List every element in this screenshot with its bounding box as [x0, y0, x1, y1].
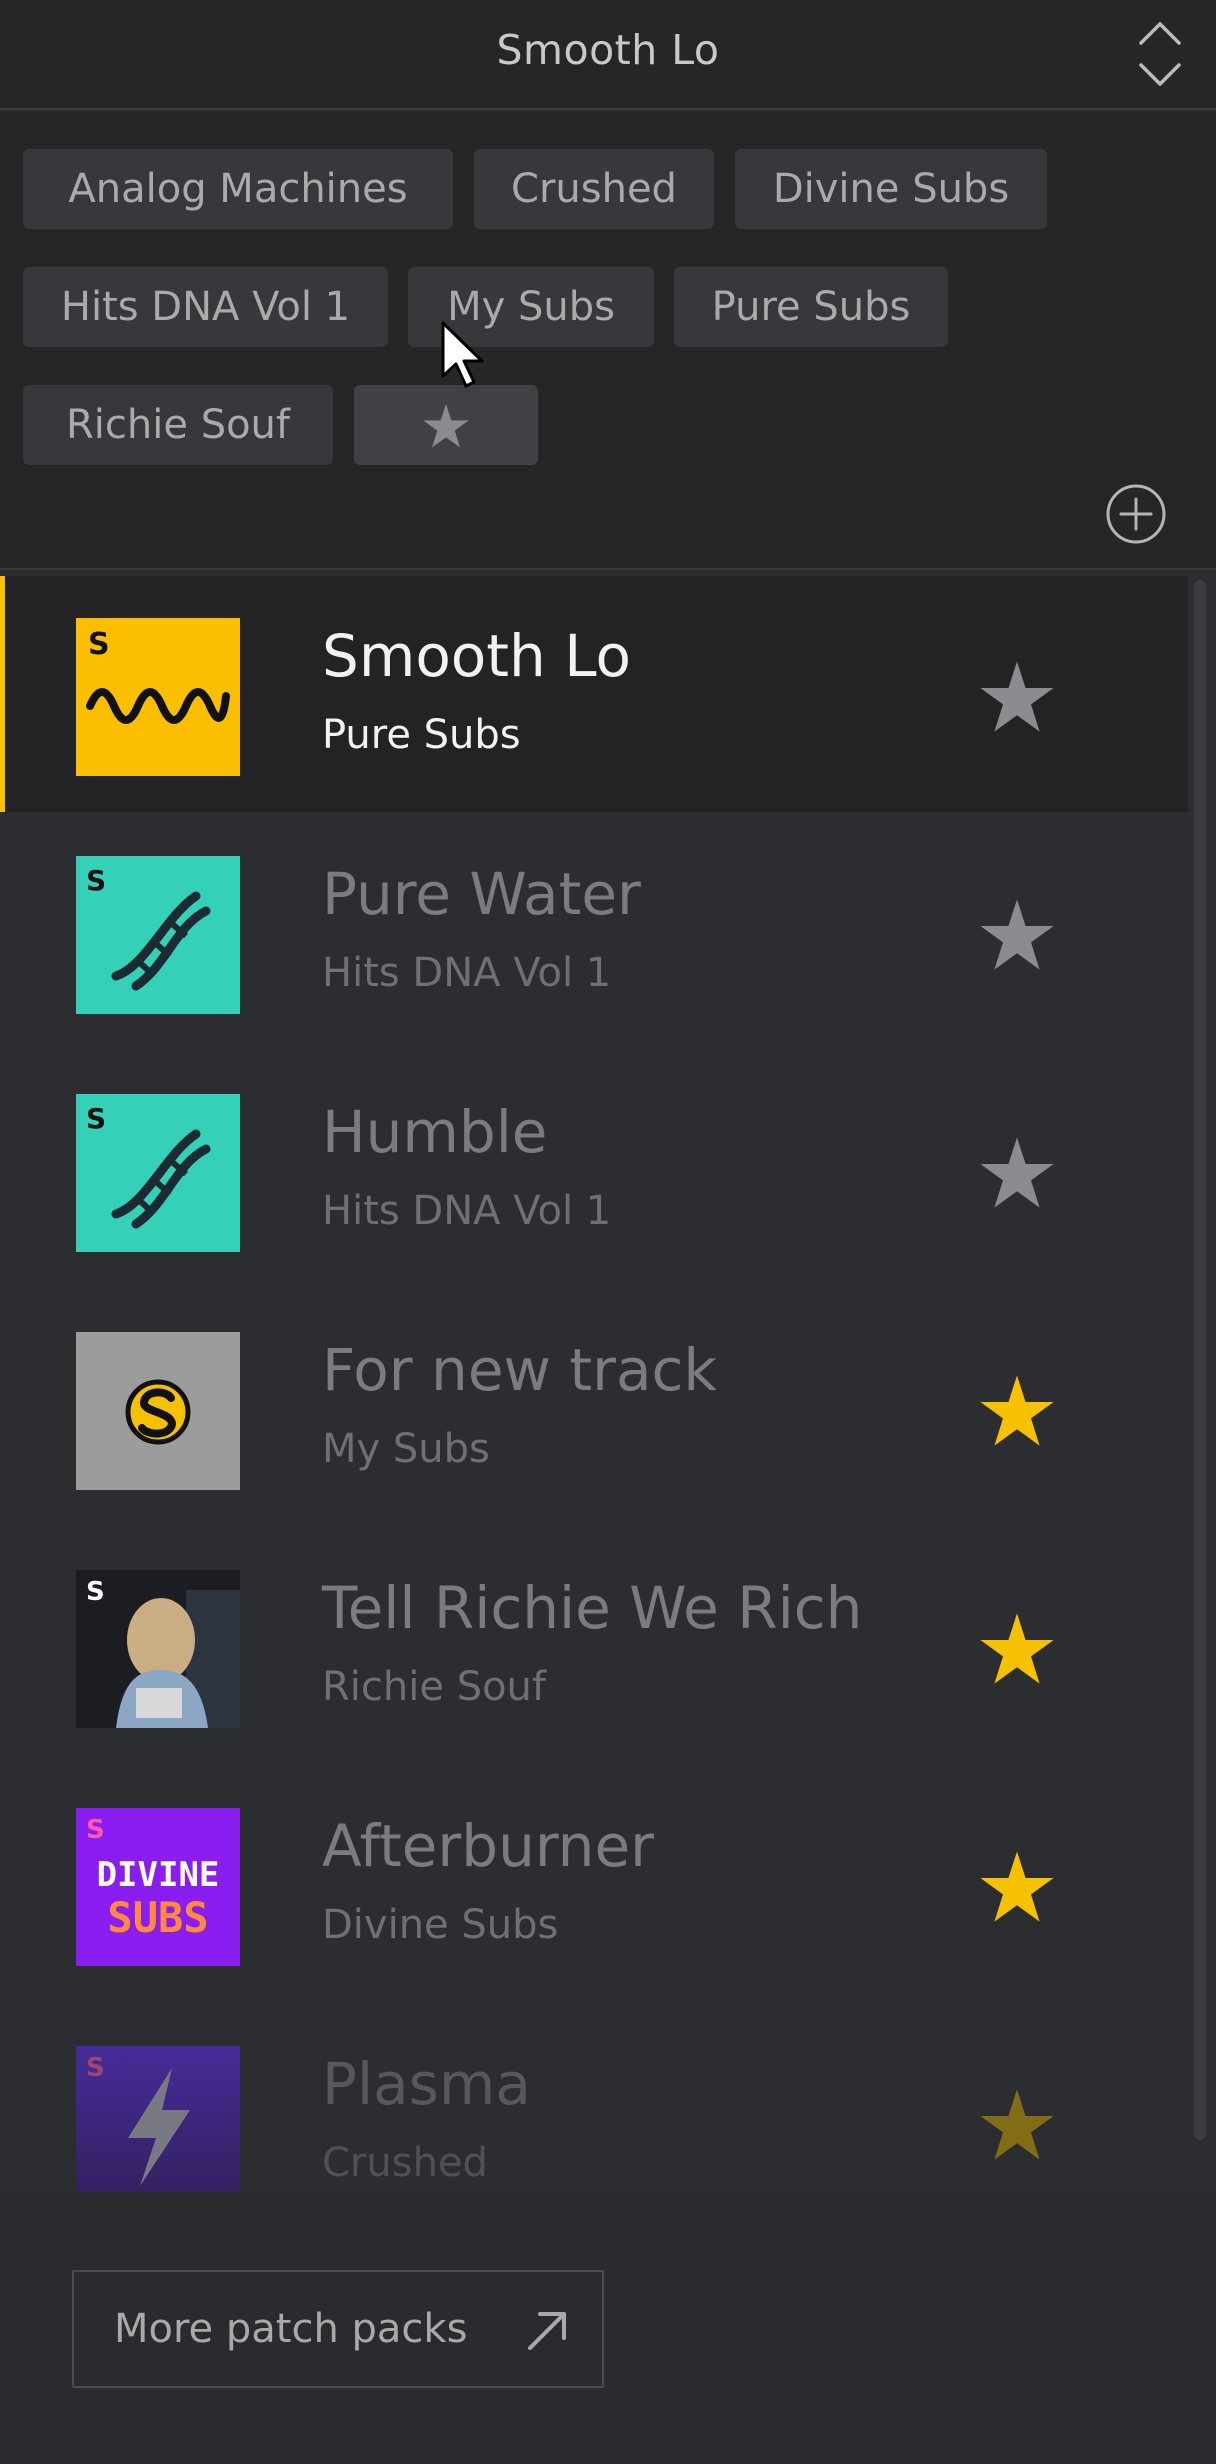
pack-filter-panel: Analog Machines Crushed Divine Subs Hits… — [0, 112, 1216, 570]
list-scrollbar[interactable] — [1194, 580, 1206, 2140]
svg-text:S: S — [86, 1577, 105, 1607]
preset-row-for-new-track[interactable]: For new track My Subs — [0, 1290, 1188, 1526]
svg-text:S: S — [86, 1102, 106, 1135]
plus-circle-icon[interactable] — [1104, 482, 1168, 546]
star-icon — [423, 403, 469, 448]
more-patch-packs-label: More patch packs — [114, 2306, 468, 2352]
filter-tag-my-subs[interactable]: My Subs — [408, 267, 654, 347]
svg-text:S: S — [86, 1815, 105, 1845]
svg-text:S: S — [88, 627, 110, 662]
preset-row-humble[interactable]: S Humble Hits DNA Vol 1 — [0, 1052, 1188, 1288]
favorite-star-icon[interactable] — [978, 1850, 1056, 1924]
filter-tag-favorites[interactable] — [354, 385, 538, 465]
preset-title: Afterburner — [322, 1812, 654, 1880]
favorite-star-icon[interactable] — [978, 898, 1056, 972]
preset-pack: Crushed — [322, 2140, 488, 2186]
filter-tag-analog-machines[interactable]: Analog Machines — [23, 149, 453, 229]
preset-pack: Hits DNA Vol 1 — [322, 950, 612, 996]
filter-tag-crushed[interactable]: Crushed — [474, 149, 714, 229]
preset-header: Smooth Lo — [0, 0, 1216, 110]
svg-text:S: S — [86, 864, 106, 897]
arrow-up-right-icon — [528, 2312, 566, 2350]
favorite-star-icon[interactable] — [978, 2088, 1056, 2162]
favorite-star-icon[interactable] — [978, 1136, 1056, 1210]
filter-tag-hits-dna[interactable]: Hits DNA Vol 1 — [23, 267, 388, 347]
preset-row-afterburner[interactable]: S DIVINE SUBS Afterburner Divine Subs — [0, 1766, 1188, 2002]
pack-artwork: S DIVINE SUBS — [76, 1808, 240, 1966]
favorite-star-icon[interactable] — [978, 1374, 1056, 1448]
filter-tag-divine-subs[interactable]: Divine Subs — [735, 149, 1047, 229]
preset-pack: Pure Subs — [322, 712, 521, 758]
chevron-down-icon[interactable] — [1138, 62, 1182, 90]
divine-logo-line1: DIVINE — [97, 1855, 220, 1895]
preset-title: Tell Richie We Rich — [322, 1574, 863, 1642]
divine-logo-line2: SUBS — [107, 1893, 208, 1942]
preset-stepper[interactable] — [1130, 14, 1190, 94]
pack-artwork — [76, 1332, 240, 1490]
pack-artwork: S — [76, 618, 240, 776]
pack-artwork: S — [76, 1094, 240, 1252]
preset-list[interactable]: S Smooth Lo Pure Subs S Pure Water Hits … — [0, 572, 1216, 2192]
favorite-star-icon[interactable] — [978, 660, 1056, 734]
preset-title: Plasma — [322, 2050, 531, 2118]
preset-title: Pure Water — [322, 860, 641, 928]
favorite-star-icon[interactable] — [978, 1612, 1056, 1686]
preset-row-plasma[interactable]: S Plasma Crushed — [0, 2004, 1188, 2192]
pack-artwork: S — [76, 1570, 240, 1728]
preset-title: Smooth Lo — [322, 622, 632, 690]
pack-artwork: S — [76, 2046, 240, 2192]
preset-row-smooth-lo[interactable]: S Smooth Lo Pure Subs — [0, 576, 1188, 812]
more-patch-packs-button[interactable]: More patch packs — [72, 2270, 604, 2388]
footer: More patch packs — [0, 2192, 1216, 2464]
preset-row-tell-richie-we-rich[interactable]: S Tell Richie We Rich Richie Souf — [0, 1528, 1188, 1764]
preset-row-pure-water[interactable]: S Pure Water Hits DNA Vol 1 — [0, 814, 1188, 1050]
preset-pack: Richie Souf — [322, 1664, 546, 1710]
svg-text:S: S — [86, 2053, 105, 2083]
pack-artwork: S — [76, 856, 240, 1014]
filter-tag-pure-subs[interactable]: Pure Subs — [674, 267, 948, 347]
current-preset-title: Smooth Lo — [496, 26, 720, 74]
preset-pack: My Subs — [322, 1426, 490, 1472]
filter-tag-richie-souf[interactable]: Richie Souf — [23, 385, 333, 465]
preset-title: For new track — [322, 1336, 717, 1404]
preset-pack: Hits DNA Vol 1 — [322, 1188, 612, 1234]
chevron-up-icon[interactable] — [1138, 18, 1182, 46]
preset-title: Humble — [322, 1098, 548, 1166]
preset-pack: Divine Subs — [322, 1902, 559, 1948]
